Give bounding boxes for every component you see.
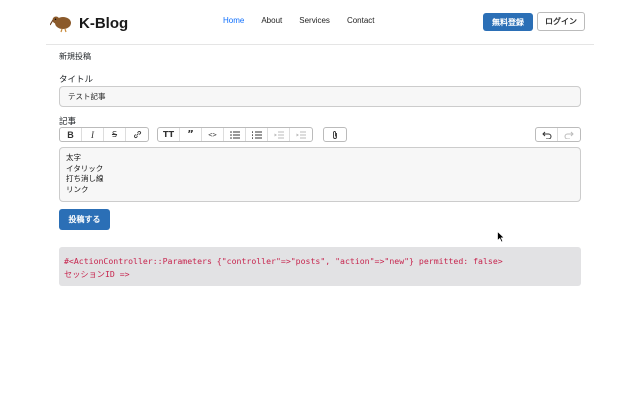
strike-icon[interactable]: S <box>104 128 126 141</box>
text-format-group: B I S <box>59 127 149 142</box>
code-icon[interactable]: <> <box>202 128 224 141</box>
nav-services[interactable]: Services <box>299 16 330 25</box>
undo-icon[interactable] <box>536 128 558 141</box>
nav-about[interactable]: About <box>261 16 282 25</box>
main-nav: Home About Services Contact <box>223 16 392 25</box>
body-label: 記事 <box>59 117 77 127</box>
redo-icon[interactable] <box>558 128 580 141</box>
editor-line: イタリック <box>66 163 104 173</box>
debug-output: #<ActionController::Parameters {"control… <box>59 247 581 286</box>
brand-link[interactable]: K-Blog <box>50 12 128 34</box>
italic-icon[interactable]: I <box>82 128 104 141</box>
title-label: タイトル <box>59 75 94 85</box>
mouse-cursor-icon <box>497 231 505 243</box>
bullet-list-icon[interactable] <box>224 128 246 141</box>
debug-session-line: セッションID => <box>64 269 130 279</box>
attach-icon[interactable] <box>324 128 346 141</box>
editor-line: 打ち消し線 <box>66 174 104 183</box>
bold-icon[interactable]: B <box>60 128 82 141</box>
submit-post-button[interactable]: 投稿する <box>59 209 110 230</box>
editor-line: 太字 <box>66 153 81 162</box>
navbar: K-Blog Home About Services Contact 無料登録 … <box>46 0 594 45</box>
editor-line: リンク <box>66 184 89 194</box>
title-input[interactable] <box>59 86 581 107</box>
outdent-icon[interactable] <box>268 128 290 141</box>
heading-icon[interactable]: TT <box>158 128 180 141</box>
indent-icon[interactable] <box>290 128 312 141</box>
nav-contact[interactable]: Contact <box>347 16 375 25</box>
quote-icon[interactable]: ” <box>180 128 202 141</box>
signup-button[interactable]: 無料登録 <box>483 13 533 31</box>
editor-toolbar: B I S TT ” <> <box>59 127 581 142</box>
file-group <box>323 127 347 142</box>
number-list-icon[interactable] <box>246 128 268 141</box>
login-button[interactable]: ログイン <box>537 12 585 31</box>
block-format-group: TT ” <> <box>157 127 313 142</box>
brand-name: K-Blog <box>79 14 129 32</box>
kiwi-bird-icon <box>50 16 71 33</box>
history-group <box>535 127 581 142</box>
nav-home[interactable]: Home <box>223 16 244 25</box>
body-editor[interactable]: 太字 イタリック 打ち消し線 リンク <box>59 147 581 202</box>
link-icon[interactable] <box>126 128 148 141</box>
page-title: 新規投稿 <box>59 52 91 61</box>
debug-params-line: #<ActionController::Parameters {"control… <box>64 256 503 266</box>
